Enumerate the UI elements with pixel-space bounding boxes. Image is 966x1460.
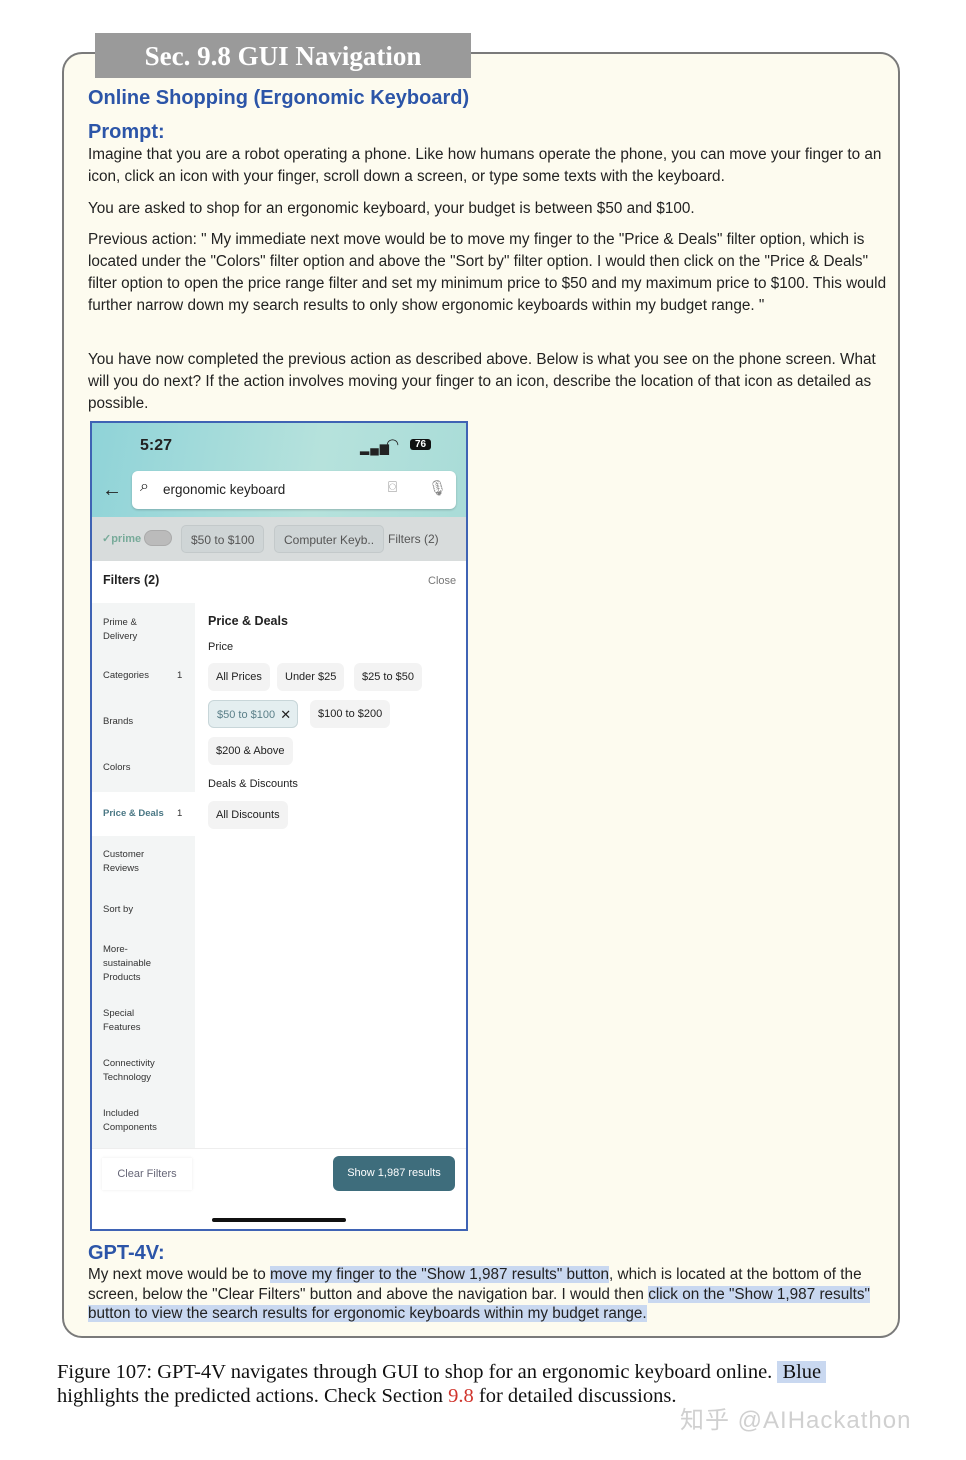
example-title: Online Shopping (Ergonomic Keyboard) [88, 87, 470, 109]
divider [92, 1148, 466, 1149]
remove-x-icon[interactable]: ✕ [280, 701, 291, 729]
deals-label: Deals & Discounts [208, 778, 298, 790]
price-option[interactable]: $100 to $200 [310, 700, 391, 728]
close-button[interactable]: Close [428, 575, 456, 587]
sidebar-item[interactable]: Price & Deals [103, 807, 165, 821]
prompt-heading: Prompt: [88, 121, 165, 143]
price-option[interactable]: All Prices [208, 663, 270, 691]
show-results-button[interactable]: Show 1,987 results [333, 1156, 455, 1191]
sidebar-item[interactable]: Sort by [103, 903, 165, 917]
status-time: 5:27 [140, 437, 173, 454]
answer-part: My next move would be to [88, 1266, 270, 1283]
prompt-paragraph: You have now completed the previous acti… [88, 351, 876, 412]
sidebar-item[interactable]: Colors [103, 761, 165, 775]
search-input[interactable]: ⌕ ergonomic keyboard ⌼ 🎙 [132, 471, 456, 509]
sidebar-item[interactable]: Categories [103, 669, 165, 683]
prompt-paragraph: Previous action: " My immediate next mov… [88, 231, 887, 314]
price-option[interactable]: $25 to $50 [354, 663, 422, 691]
back-arrow-icon[interactable]: ← [102, 479, 122, 502]
prompt-paragraph: Imagine that you are a robot operating a… [88, 146, 882, 185]
selected-price-label: $50 to $100 [217, 709, 276, 721]
phone-screenshot: 5:27 ▂▄▆ ◠ 76 ← ⌕ ergonomic keyboard ⌼ 🎙… [90, 421, 468, 1231]
sidebar-item[interactable]: Connectivity Technology [103, 1057, 165, 1085]
caption-text: Figure 107: GPT-4V navigates through GUI… [57, 1361, 778, 1383]
price-option[interactable]: Under $25 [277, 663, 345, 691]
answer-text: My next move would be to move my finger … [88, 1265, 883, 1324]
price-option[interactable]: $200 & Above [208, 737, 293, 765]
filter-chip-row: ✓prime $50 to $100 Computer Keyb.. Filte… [92, 517, 466, 561]
caption-text: highlights the predicted actions. Check … [57, 1385, 449, 1407]
caption-text: for detailed discussions. [473, 1385, 677, 1407]
deals-option[interactable]: All Discounts [208, 801, 288, 829]
sidebar-item[interactable]: More-sustainable Products [103, 943, 165, 985]
sheet-title: Filters (2) [103, 573, 160, 587]
prime-toggle[interactable] [144, 530, 172, 546]
filters-toggle[interactable]: Filters (2) [388, 532, 439, 546]
price-label: Price [208, 641, 234, 653]
section-title: Price & Deals [208, 614, 288, 628]
search-icon: ⌕ [140, 478, 149, 495]
camera-scan-icon[interactable]: ⌼ [388, 479, 397, 496]
chip-category[interactable]: Computer Keyb.. [274, 525, 385, 553]
sidebar-item-count: 1 [177, 670, 183, 681]
sidebar-item-count: 1 [177, 808, 183, 819]
wifi-icon: ◠ [386, 436, 400, 453]
chip-price[interactable]: $50 to $100 [181, 525, 265, 553]
sidebar-item[interactable]: Included Components [103, 1107, 165, 1135]
home-indicator [212, 1218, 346, 1222]
prompt-paragraph: You are asked to shop for an ergonomic k… [88, 200, 695, 217]
caption-blue: Blue [777, 1361, 827, 1383]
section-label: Sec. 9.8 GUI Navigation [95, 33, 471, 78]
search-value: ergonomic keyboard [163, 482, 286, 497]
price-option-selected[interactable]: $50 to $100 ✕ [208, 700, 299, 729]
microphone-icon[interactable]: 🎙 [428, 479, 447, 497]
sidebar-item[interactable]: Customer Reviews [103, 848, 165, 876]
sidebar-item[interactable]: Special Features [103, 1007, 165, 1035]
answer-heading: GPT-4V: [88, 1242, 165, 1264]
sidebar-item[interactable]: Prime & Delivery [103, 616, 165, 644]
section-reference-link[interactable]: 9.8 [448, 1385, 474, 1407]
watermark: 知乎 @AIHackathon [680, 1407, 912, 1434]
battery-icon: 76 [410, 439, 432, 450]
sidebar-item[interactable]: Brands [103, 715, 165, 729]
answer-highlight: move my finger to the "Show 1,987 result… [269, 1266, 610, 1283]
prime-label: ✓prime [102, 533, 142, 545]
clear-filters-button[interactable]: Clear Filters [102, 1158, 192, 1190]
